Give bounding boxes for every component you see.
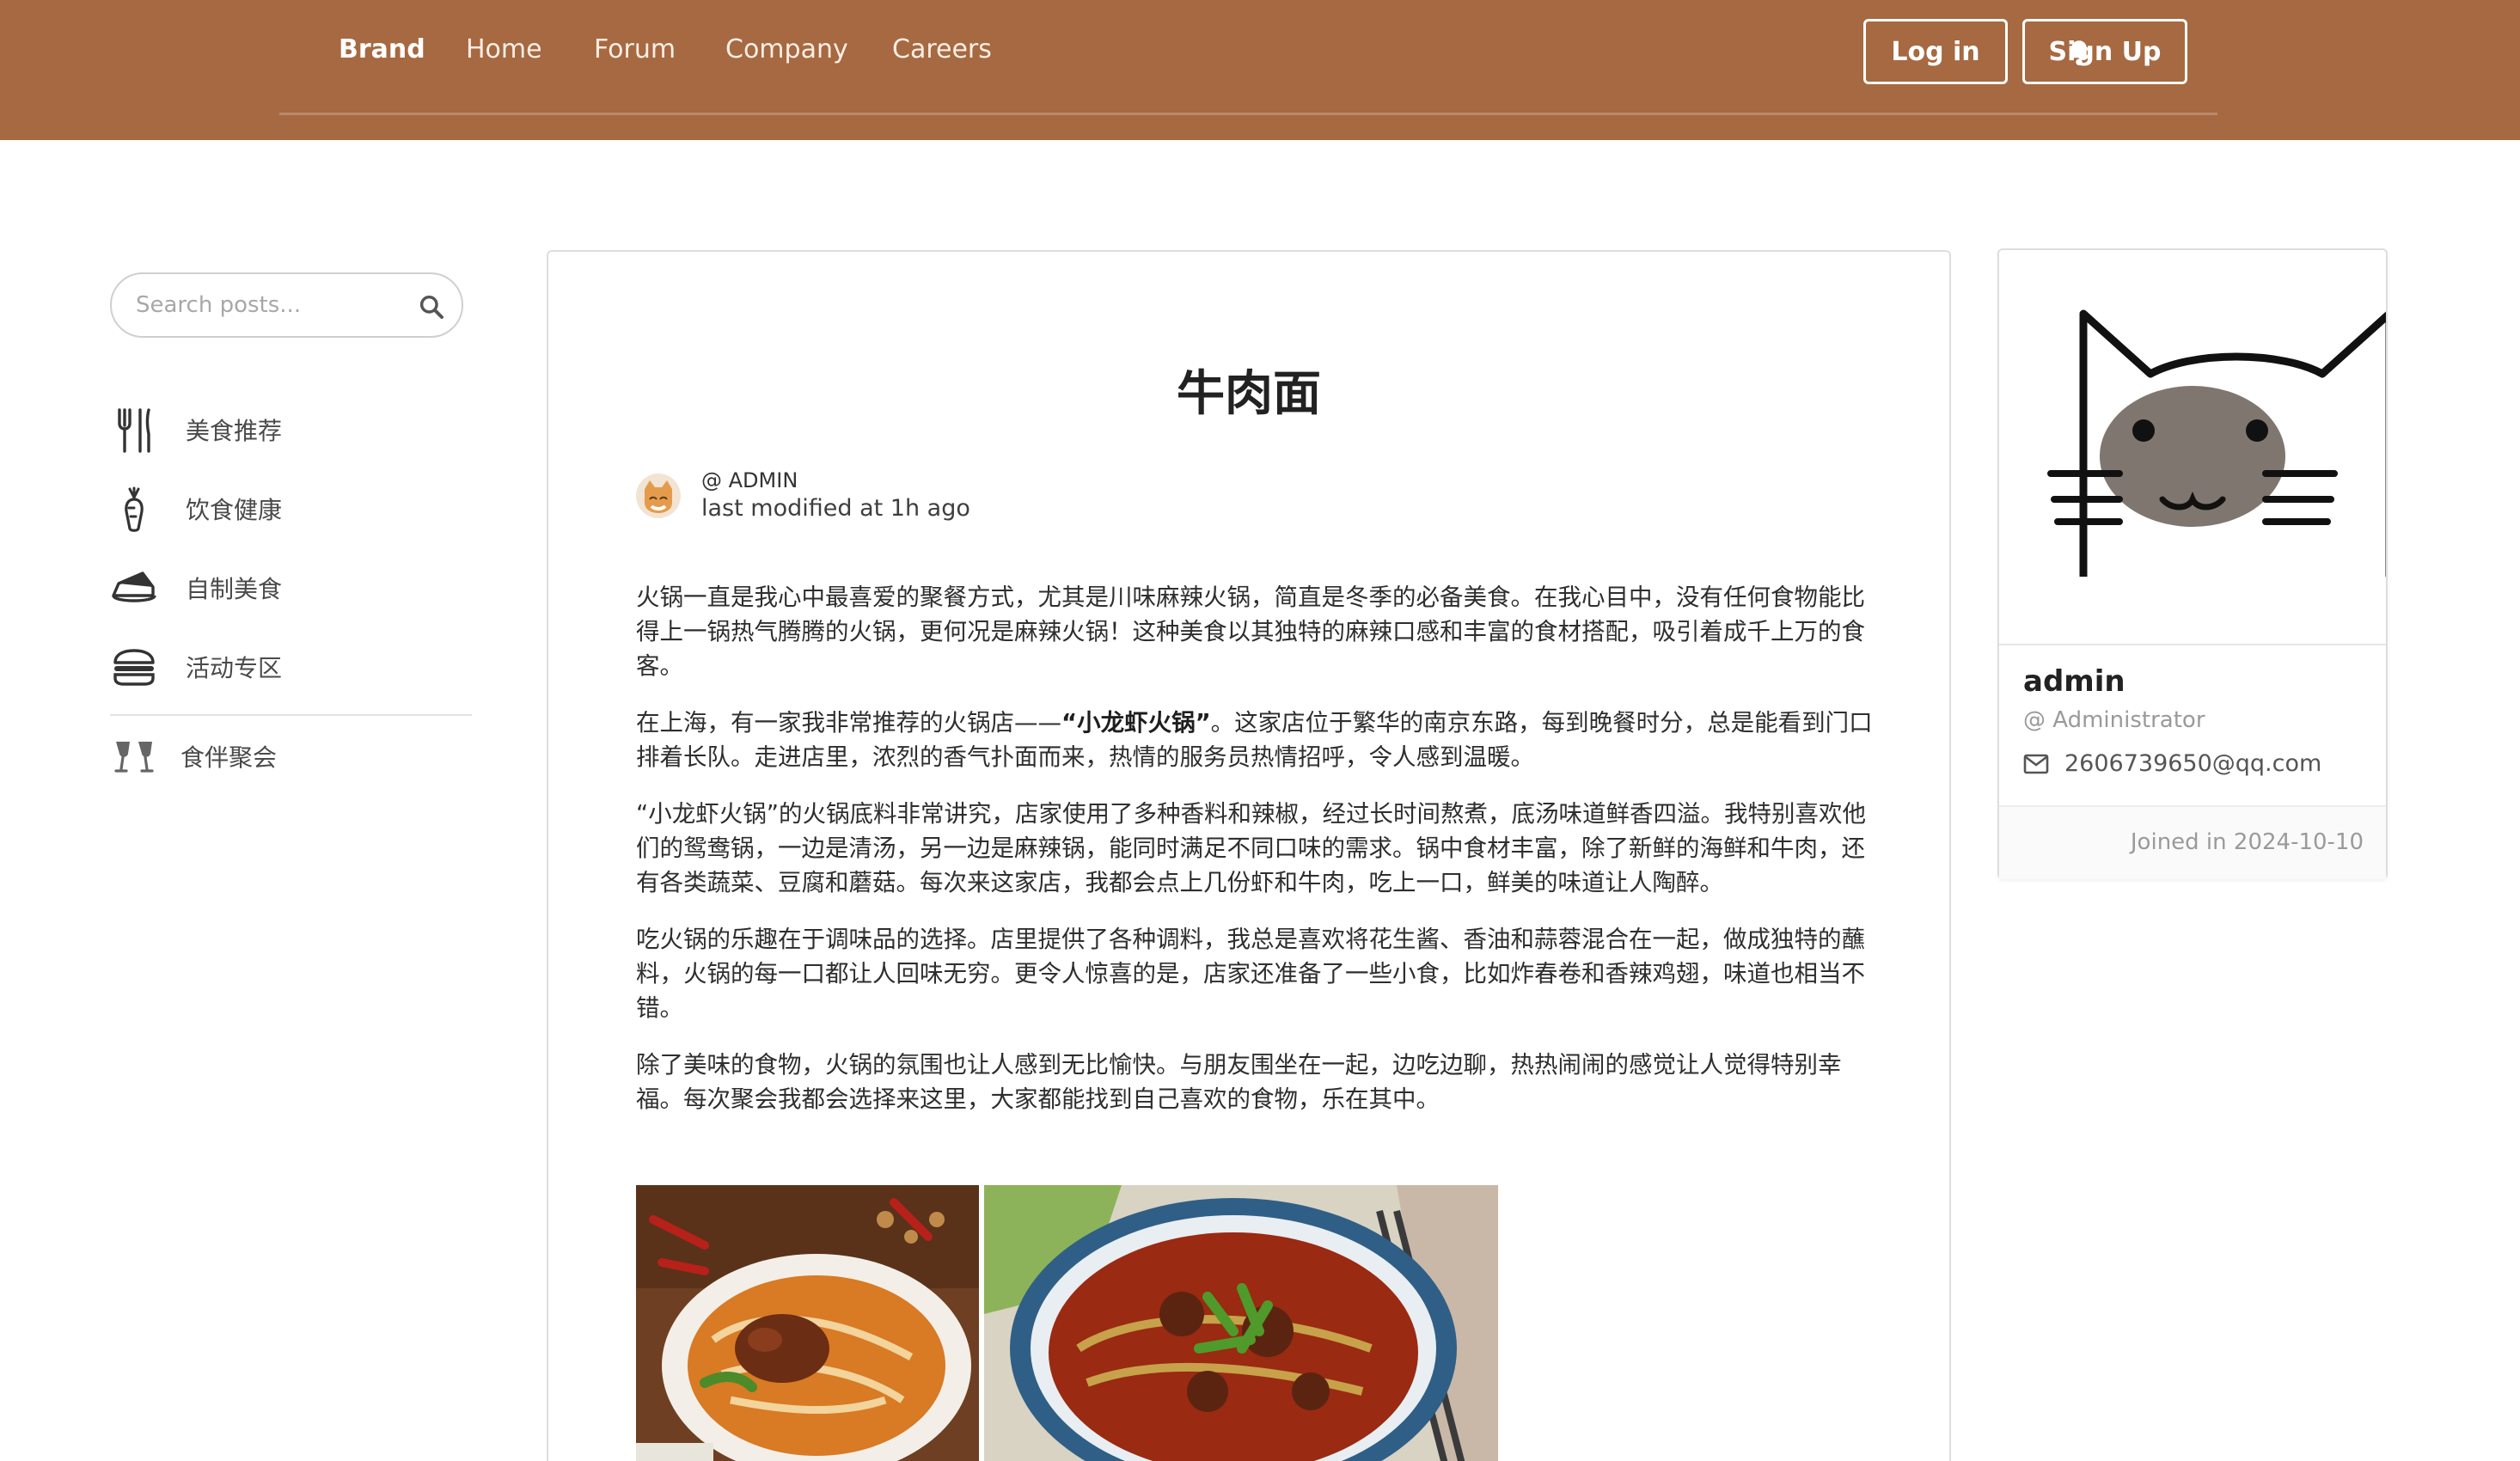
login-button[interactable]: Log in <box>1863 19 2008 84</box>
signup-button[interactable]: Sign Up <box>2022 19 2187 84</box>
brand-link[interactable]: Brand <box>339 34 425 64</box>
profile-card: admin @ Administrator 2606739650@qq.com … <box>1997 248 2394 879</box>
sidebar-item-label: 食伴聚会 <box>180 743 278 772</box>
food-photo[interactable] <box>636 1185 979 1461</box>
burger-icon <box>110 643 158 691</box>
profile-role: @ Administrator <box>2023 707 2205 733</box>
post-card: 牛肉面 @ ADMIN last modified at 1h ago 火锅一直… <box>547 250 1951 1461</box>
cake-icon <box>110 564 158 612</box>
profile-footer: Joined in 2024-10-10 <box>1999 805 2386 879</box>
food-photo[interactable] <box>984 1185 1498 1461</box>
post-title: 牛肉面 <box>1177 366 1321 422</box>
post-modified-time: last modified at 1h ago <box>701 495 970 522</box>
sidebar-item-homemade-food[interactable]: 自制美食 <box>110 562 471 614</box>
profile-name: admin <box>2023 664 2125 699</box>
nav-link-home[interactable]: Home <box>466 34 542 64</box>
profile-email: 2606739650@qq.com <box>2064 750 2322 777</box>
nav-link-careers[interactable]: Careers <box>892 34 992 64</box>
nav-link-forum[interactable]: Forum <box>594 34 676 64</box>
sidebar-item-label: 饮食健康 <box>186 496 283 524</box>
sidebar-item-label: 美食推荐 <box>186 417 283 445</box>
sidebar-item-label: 活动专区 <box>186 654 283 682</box>
sidebar-divider <box>110 714 472 716</box>
post-content: 火锅一直是我心中最喜爱的聚餐方式，尤其是川味麻辣火锅，简直是冬季的必备美食。在我… <box>636 580 1874 1139</box>
text-span: 在上海，有一家我非常推荐的火锅店—— <box>636 709 1061 737</box>
sidebar-item-food-gathering[interactable]: 食伴聚会 <box>110 730 471 782</box>
sidebar-item-food-recommend[interactable]: 美食推荐 <box>110 404 471 455</box>
navbar-inner: Brand Home Forum Company Careers Log in … <box>279 0 2217 115</box>
post-paragraph: 吃火锅的乐趣在于调味品的选择。店里提供了各种调料，我总是喜欢将花生酱、香油和蒜蓉… <box>636 926 1865 1022</box>
cheers-icon <box>110 732 158 780</box>
post-paragraph: 在上海，有一家我非常推荐的火锅店——“小龙虾火锅”。这家店位于繁华的南京东路，每… <box>636 706 1874 774</box>
search-input[interactable] <box>136 286 411 324</box>
utensils-icon <box>110 406 158 454</box>
search-icon[interactable] <box>418 293 445 321</box>
carrot-icon <box>110 485 158 533</box>
top-navbar: Brand Home Forum Company Careers Log in … <box>0 0 2520 140</box>
post-author[interactable]: @ ADMIN <box>701 468 798 492</box>
profile-joined-date: Joined in 2024-10-10 <box>2130 829 2364 855</box>
post-paragraph: 火锅一直是我心中最喜爱的聚餐方式，尤其是川味麻辣火锅，简直是冬季的必备美食。在我… <box>636 584 1865 680</box>
sidebar-item-healthy-eating[interactable]: 饮食健康 <box>110 483 471 535</box>
sidebar-item-label: 自制美食 <box>186 575 283 603</box>
bold-highlight: “小龙虾火锅” <box>1061 709 1211 737</box>
sidebar-item-events[interactable]: 活动专区 <box>110 641 471 693</box>
search-box <box>110 272 463 338</box>
profile-avatar[interactable] <box>1999 250 2394 645</box>
mail-icon <box>2023 754 2049 773</box>
post-paragraph: 除了美味的食物，火锅的氛围也让人感到无比愉快。与朋友围坐在一起，边吃边聊，热热闹… <box>636 1051 1842 1113</box>
post-paragraph: “小龙虾火锅”的火锅底料非常讲究，店家使用了多种香料和辣椒，经过长时间熬煮，底汤… <box>636 800 1866 896</box>
avatar[interactable] <box>636 474 681 518</box>
profile-email-row[interactable]: 2606739650@qq.com <box>2023 750 2321 777</box>
nav-link-company[interactable]: Company <box>725 34 848 64</box>
